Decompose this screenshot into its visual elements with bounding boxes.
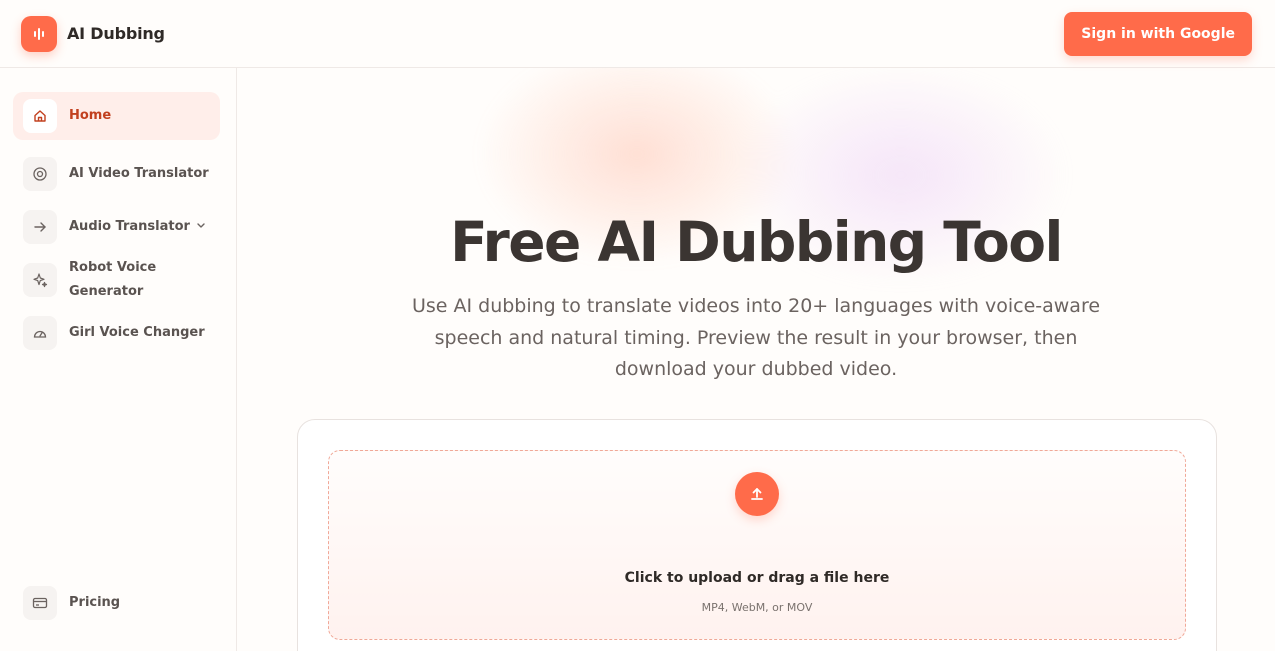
sidebar-item-label: AI Video Translator xyxy=(69,166,209,181)
sparkles-icon xyxy=(23,263,57,297)
sidebar-item-label: Pricing xyxy=(69,595,121,610)
target-icon xyxy=(23,157,57,191)
sidebar-item-label: Girl Voice Changer xyxy=(69,325,205,340)
upload-format-hint: MP4, WebM, or MOV xyxy=(701,601,813,614)
sign-in-google-button[interactable]: Sign in with Google xyxy=(1064,11,1252,56)
arrow-right-icon xyxy=(23,210,57,244)
upload-icon[interactable] xyxy=(735,472,779,516)
sidebar-item-robot-voice-generator[interactable]: Robot Voice Generator xyxy=(13,256,220,304)
top-bar: AI Dubbing Sign in with Google xyxy=(0,0,1275,68)
brand-name: AI Dubbing xyxy=(67,24,165,43)
page-title: Free AI Dubbing Tool xyxy=(450,210,1063,274)
upload-title: Click to upload or drag a file here xyxy=(624,570,890,586)
credit-card-icon xyxy=(23,586,57,620)
hero-subtitle: Use AI dubbing to translate videos into … xyxy=(411,295,1101,380)
chevron-down-icon[interactable] xyxy=(196,220,206,235)
sidebar-item-home[interactable]: Home xyxy=(13,92,220,140)
upload-dropzone[interactable]: Click to upload or drag a file here MP4,… xyxy=(328,450,1186,640)
brand[interactable]: AI Dubbing xyxy=(21,15,165,52)
sidebar-item-ai-video-translator[interactable]: AI Video Translator xyxy=(13,156,220,192)
sidebar: Home AI Video Translator Audio Translato… xyxy=(0,68,237,651)
sidebar-item-audio-translator[interactable]: Audio Translator xyxy=(13,209,220,245)
waveform-icon xyxy=(21,15,57,52)
sidebar-item-label: Home xyxy=(69,108,112,123)
main-content: Free AI Dubbing Tool Use AI dubbing to t… xyxy=(237,68,1275,651)
gauge-icon xyxy=(23,316,57,350)
upload-card: Click to upload or drag a file here MP4,… xyxy=(297,419,1217,651)
sidebar-item-pricing[interactable]: Pricing xyxy=(13,585,221,621)
sidebar-item-label: Robot Voice Generator xyxy=(69,260,157,299)
home-icon xyxy=(23,99,57,133)
sidebar-item-girl-voice-changer[interactable]: Girl Voice Changer xyxy=(13,315,220,351)
sidebar-item-label: Audio Translator xyxy=(69,219,190,234)
